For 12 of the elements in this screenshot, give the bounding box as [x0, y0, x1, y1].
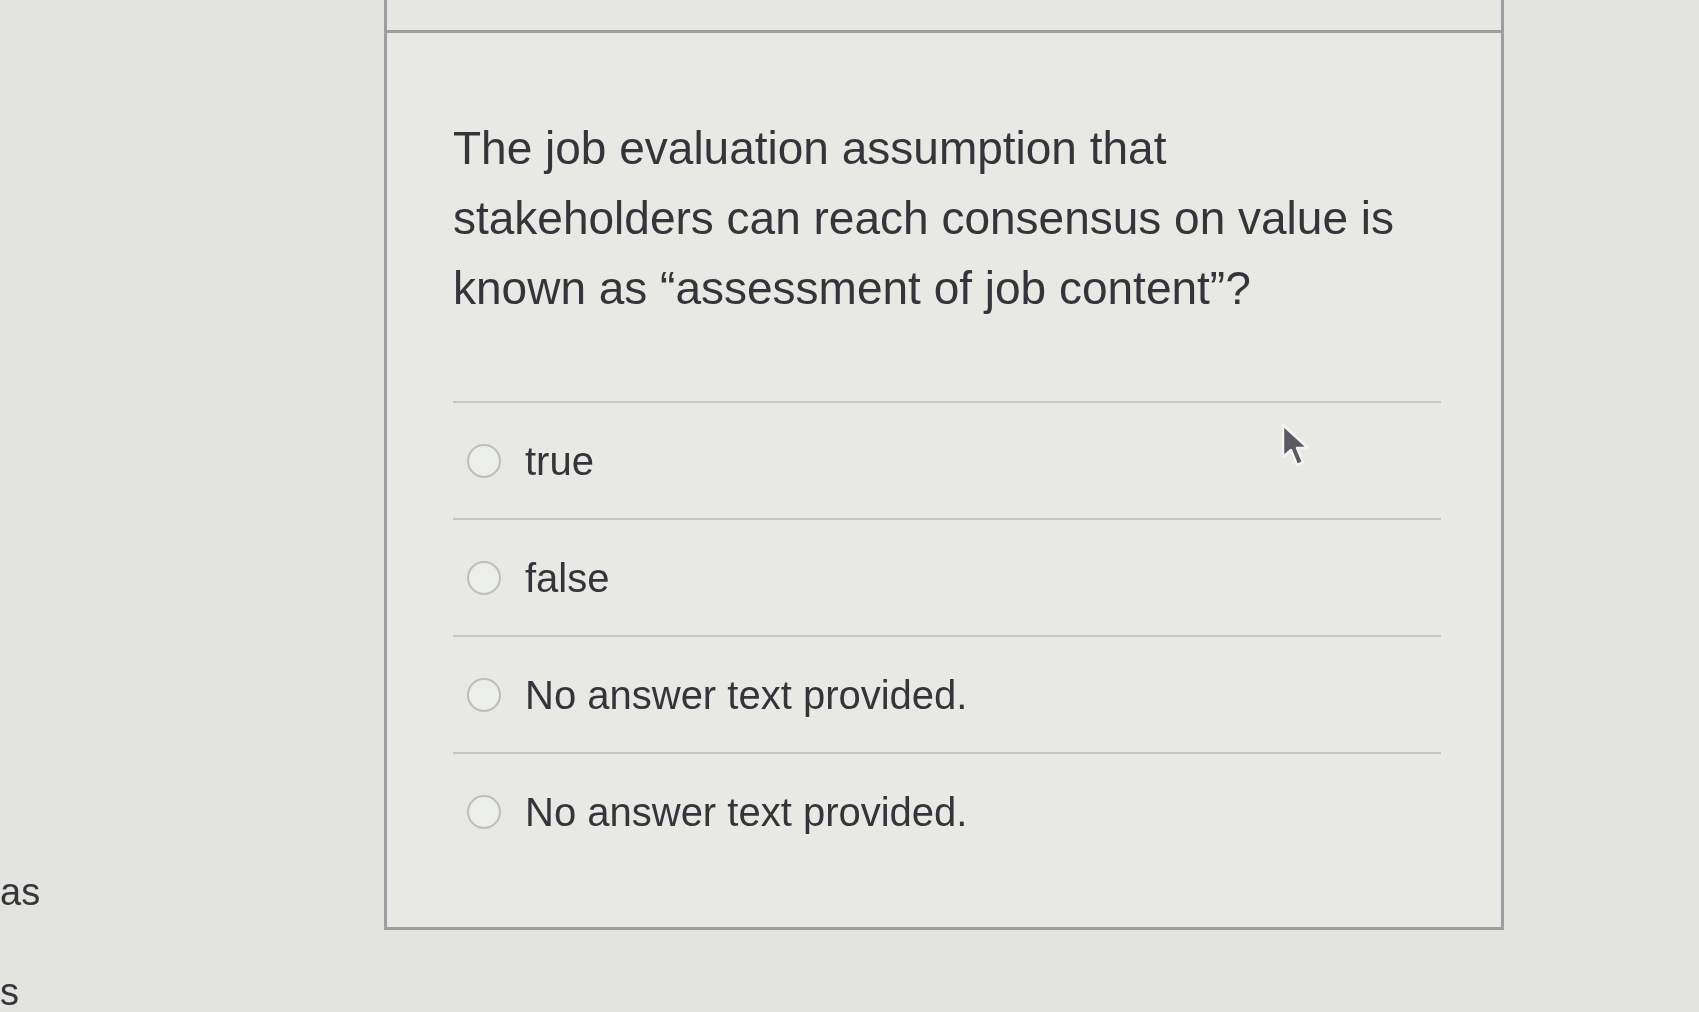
question-text: The job evaluation assumption that stakeholders can reach consensus on value is known as “assessment of job content”? — [453, 121, 1395, 316]
option-label[interactable]: No answer text provided. — [525, 788, 968, 835]
radio-button[interactable] — [467, 677, 501, 712]
partial-text: s — [0, 972, 19, 1012]
option-label[interactable]: false — [525, 554, 610, 601]
radio-button[interactable] — [467, 443, 501, 478]
option-label[interactable]: No answer text provided. — [525, 671, 968, 718]
radio-button[interactable] — [467, 560, 501, 595]
option-label[interactable]: true — [525, 437, 594, 484]
cursor-icon — [1281, 423, 1311, 469]
partial-text: as — [0, 872, 41, 912]
radio-button[interactable] — [467, 794, 501, 829]
